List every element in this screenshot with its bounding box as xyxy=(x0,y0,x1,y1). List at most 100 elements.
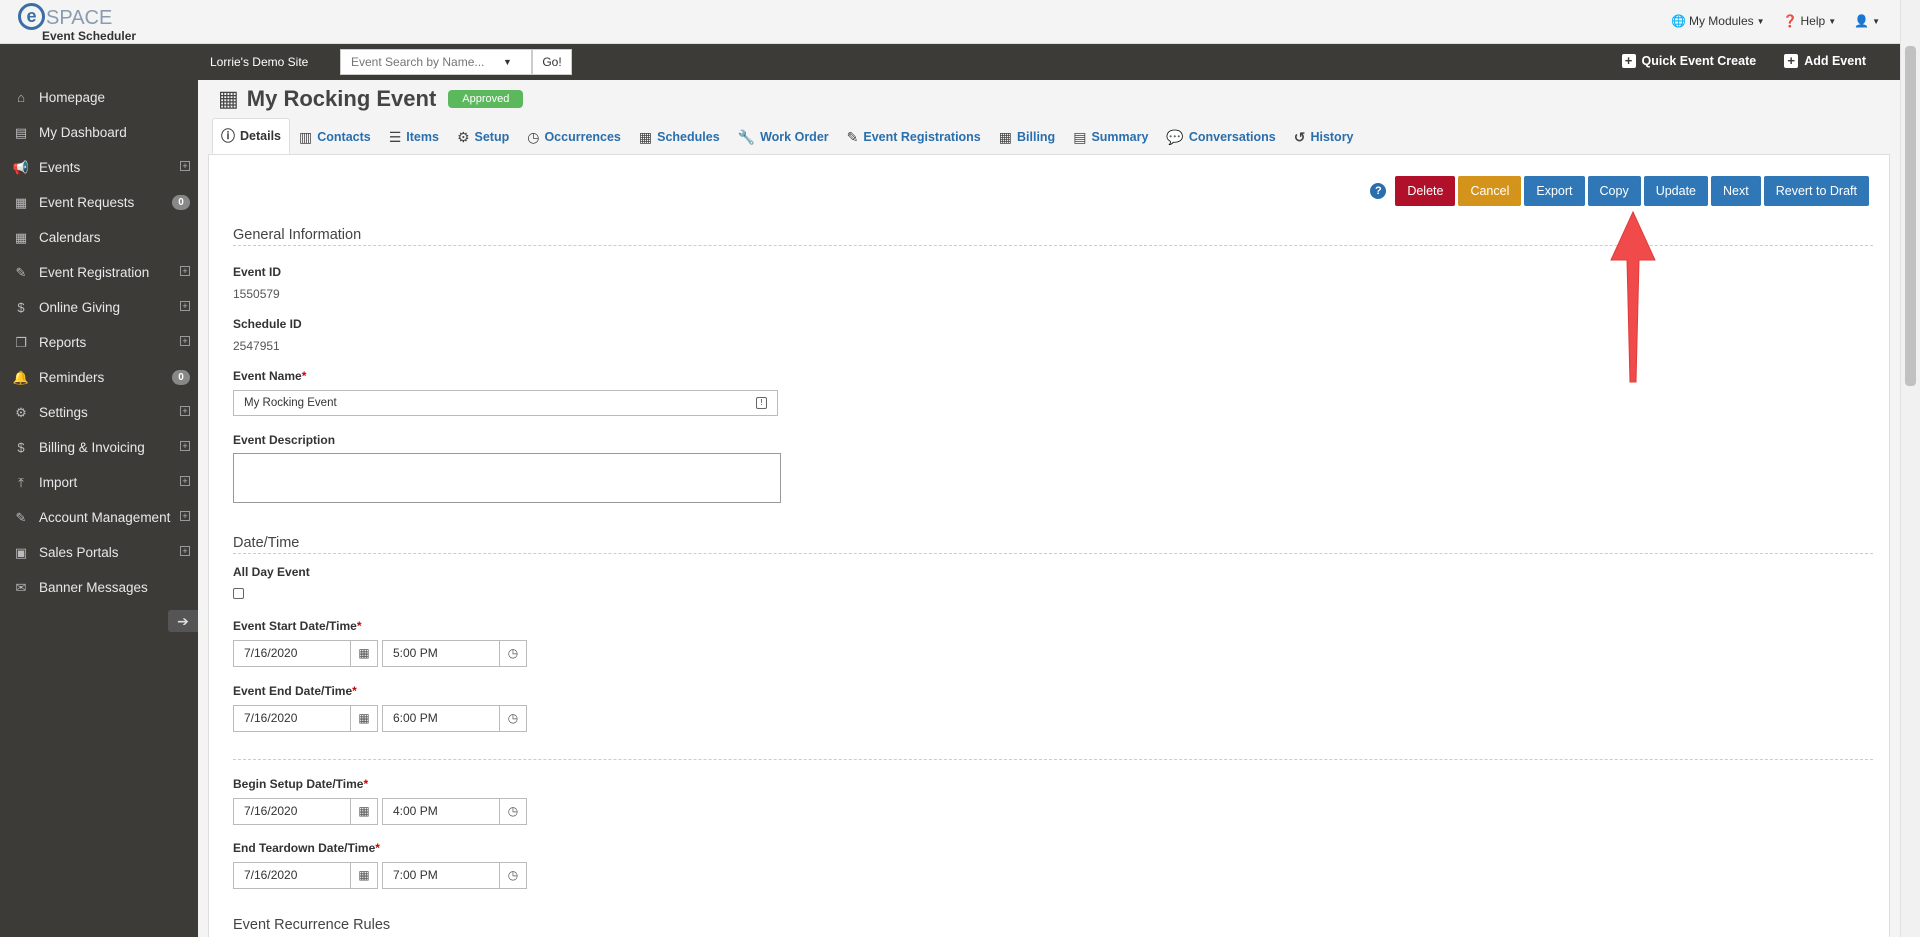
tab-billing[interactable]: ▦ Billing xyxy=(990,120,1064,154)
info-icon[interactable]: ! xyxy=(756,397,767,409)
sidebar-item-event-requests[interactable]: ▦ Event Requests 0 xyxy=(0,185,198,220)
sidebar-item-account-management[interactable]: ✎ Account Management + xyxy=(0,500,198,535)
clock-icon[interactable]: ◷ xyxy=(499,641,526,666)
end-teardown-date-input[interactable]: 7/16/2020 ▦ xyxy=(233,862,378,889)
event-search-box[interactable]: ▼ xyxy=(340,49,532,75)
event-search-input[interactable] xyxy=(341,55,501,69)
sidebar-item-homepage[interactable]: ⌂ Homepage xyxy=(0,80,198,115)
update-button[interactable]: Update xyxy=(1643,176,1709,206)
clock-icon[interactable]: ◷ xyxy=(499,863,526,888)
sidebar-item-online-giving[interactable]: $ Online Giving + xyxy=(0,290,198,325)
export-button[interactable]: Export xyxy=(1524,176,1585,206)
tab-details[interactable]: ⓘ Details xyxy=(212,118,290,154)
event-end-time-input[interactable]: 6:00 PM ◷ xyxy=(382,705,527,732)
event-start-time-input[interactable]: 5:00 PM ◷ xyxy=(382,640,527,667)
end-teardown-time-input[interactable]: 7:00 PM ◷ xyxy=(382,862,527,889)
espace-logo[interactable]: e SPACE Event Scheduler xyxy=(18,3,148,43)
begin-setup-date-input[interactable]: 7/16/2020 ▦ xyxy=(233,798,378,825)
delete-button[interactable]: Delete xyxy=(1395,176,1456,206)
sidebar-item-my-dashboard[interactable]: ▤ My Dashboard xyxy=(0,115,198,150)
collapse-sidebar-icon[interactable]: ➔ xyxy=(168,610,198,632)
clock-icon[interactable]: ◷ xyxy=(499,799,526,824)
expand-icon[interactable]: + xyxy=(180,511,190,521)
vertical-scrollbar[interactable] xyxy=(1900,0,1920,937)
revert-to-draft-button[interactable]: Revert to Draft xyxy=(1763,176,1869,206)
go-button[interactable]: Go! xyxy=(532,49,572,75)
next-button[interactable]: Next xyxy=(1711,176,1761,206)
sidebar-item-label: Banner Messages xyxy=(39,580,148,595)
gears-icon: ⚙ xyxy=(456,128,470,145)
contacts-icon: ▥ xyxy=(299,128,313,145)
user-menu[interactable]: 👤 ▼ xyxy=(1854,14,1880,28)
sidebar-item-label: Settings xyxy=(39,405,88,420)
add-event-button[interactable]: + Add Event xyxy=(1784,54,1866,68)
all-day-event-checkbox[interactable] xyxy=(233,588,244,599)
tab-history[interactable]: ↺ History xyxy=(1285,120,1363,154)
expand-icon[interactable]: + xyxy=(180,546,190,556)
main-content: ▦ My Rocking Event Approved ⓘ Details ▥ Con… xyxy=(198,80,1900,937)
expand-icon[interactable]: + xyxy=(180,441,190,451)
user-icon: 👤 xyxy=(1854,14,1870,28)
dollar-icon: $ xyxy=(17,440,25,455)
tab-label: Items xyxy=(406,130,439,144)
sidebar-item-events[interactable]: 📢 Events + xyxy=(0,150,198,185)
home-icon: ⌂ xyxy=(17,90,25,105)
my-modules-menu[interactable]: 🌐 My Modules ▼ xyxy=(1671,14,1765,28)
sidebar-item-calendars[interactable]: ▦ Calendars xyxy=(0,220,198,255)
tab-event-registrations[interactable]: ✎ Event Registrations xyxy=(838,120,990,154)
event-name-input[interactable]: My Rocking Event ! xyxy=(233,390,778,416)
site-name[interactable]: Lorrie's Demo Site xyxy=(210,55,308,69)
expand-icon[interactable]: + xyxy=(180,476,190,486)
copy-button[interactable]: Copy xyxy=(1587,176,1641,206)
event-end-label: Event End Date/Time* xyxy=(233,684,357,698)
tab-summary[interactable]: ▤ Summary xyxy=(1064,120,1157,154)
event-end-date-input[interactable]: 7/16/2020 ▦ xyxy=(233,705,378,732)
sidebar-item-reminders[interactable]: 🔔 Reminders 0 xyxy=(0,360,198,395)
expand-icon[interactable]: + xyxy=(180,161,190,171)
tab-contacts[interactable]: ▥ Contacts xyxy=(290,120,380,154)
sidebar-item-settings[interactable]: ⚙ Settings + xyxy=(0,395,198,430)
calendar-icon[interactable]: ▦ xyxy=(350,641,377,666)
clock-icon[interactable]: ◷ xyxy=(499,706,526,731)
tab-occurrences[interactable]: ◷ Occurrences xyxy=(518,120,630,154)
quick-event-create-button[interactable]: + Quick Event Create xyxy=(1621,54,1756,68)
app-name: Event Scheduler xyxy=(42,29,137,43)
scrollbar-thumb[interactable] xyxy=(1905,46,1916,386)
sidebar-item-sales-portals[interactable]: ▣ Sales Portals + xyxy=(0,535,198,570)
sidebar-item-banner-messages[interactable]: ✉ Banner Messages xyxy=(0,570,198,605)
event-description-textarea[interactable] xyxy=(233,453,781,503)
dollar-icon: $ xyxy=(17,300,25,315)
schedule-id-value: 2547951 xyxy=(233,339,280,353)
sidebar-item-event-registration[interactable]: ✎ Event Registration + xyxy=(0,255,198,290)
caret-down-icon: ▼ xyxy=(1872,16,1880,26)
tab-work-order[interactable]: 🔧 Work Order xyxy=(729,120,838,154)
tab-schedules[interactable]: ▦ Schedules xyxy=(630,120,729,154)
expand-icon[interactable]: + xyxy=(180,301,190,311)
tab-conversations[interactable]: 💬 Conversations xyxy=(1157,120,1284,154)
page-header: ▦ My Rocking Event Approved xyxy=(218,86,524,112)
tab-label: Details xyxy=(240,129,281,143)
bell-icon: 🔔 xyxy=(12,369,30,385)
expand-icon[interactable]: + xyxy=(180,336,190,346)
tab-setup[interactable]: ⚙ Setup xyxy=(448,120,518,154)
count-badge: 0 xyxy=(172,370,190,385)
begin-setup-time-input[interactable]: 4:00 PM ◷ xyxy=(382,798,527,825)
event-id-label: Event ID xyxy=(233,265,282,279)
sidebar-item-import[interactable]: ⤒ Import + xyxy=(0,465,198,500)
help-menu[interactable]: ❓ Help ▼ xyxy=(1783,14,1837,28)
sidebar-item-reports[interactable]: ❐ Reports + xyxy=(0,325,198,360)
expand-icon[interactable]: + xyxy=(180,266,190,276)
calendar-icon[interactable]: ▦ xyxy=(350,799,377,824)
help-icon[interactable]: ? xyxy=(1370,183,1387,199)
calendar-icon[interactable]: ▦ xyxy=(350,863,377,888)
sidebar-item-billing-invoicing[interactable]: $ Billing & Invoicing + xyxy=(0,430,198,465)
cancel-button[interactable]: Cancel xyxy=(1458,176,1522,206)
begin-setup-label: Begin Setup Date/Time* xyxy=(233,777,369,791)
calendar-icon[interactable]: ▦ xyxy=(350,706,377,731)
add-event-label: Add Event xyxy=(1804,54,1866,68)
tab-items[interactable]: ☰ Items xyxy=(380,120,448,154)
search-dropdown-icon[interactable]: ▼ xyxy=(503,57,512,67)
event-start-date-input[interactable]: 7/16/2020 ▦ xyxy=(233,640,378,667)
dashboard-icon: ▤ xyxy=(14,124,28,140)
expand-icon[interactable]: + xyxy=(180,406,190,416)
